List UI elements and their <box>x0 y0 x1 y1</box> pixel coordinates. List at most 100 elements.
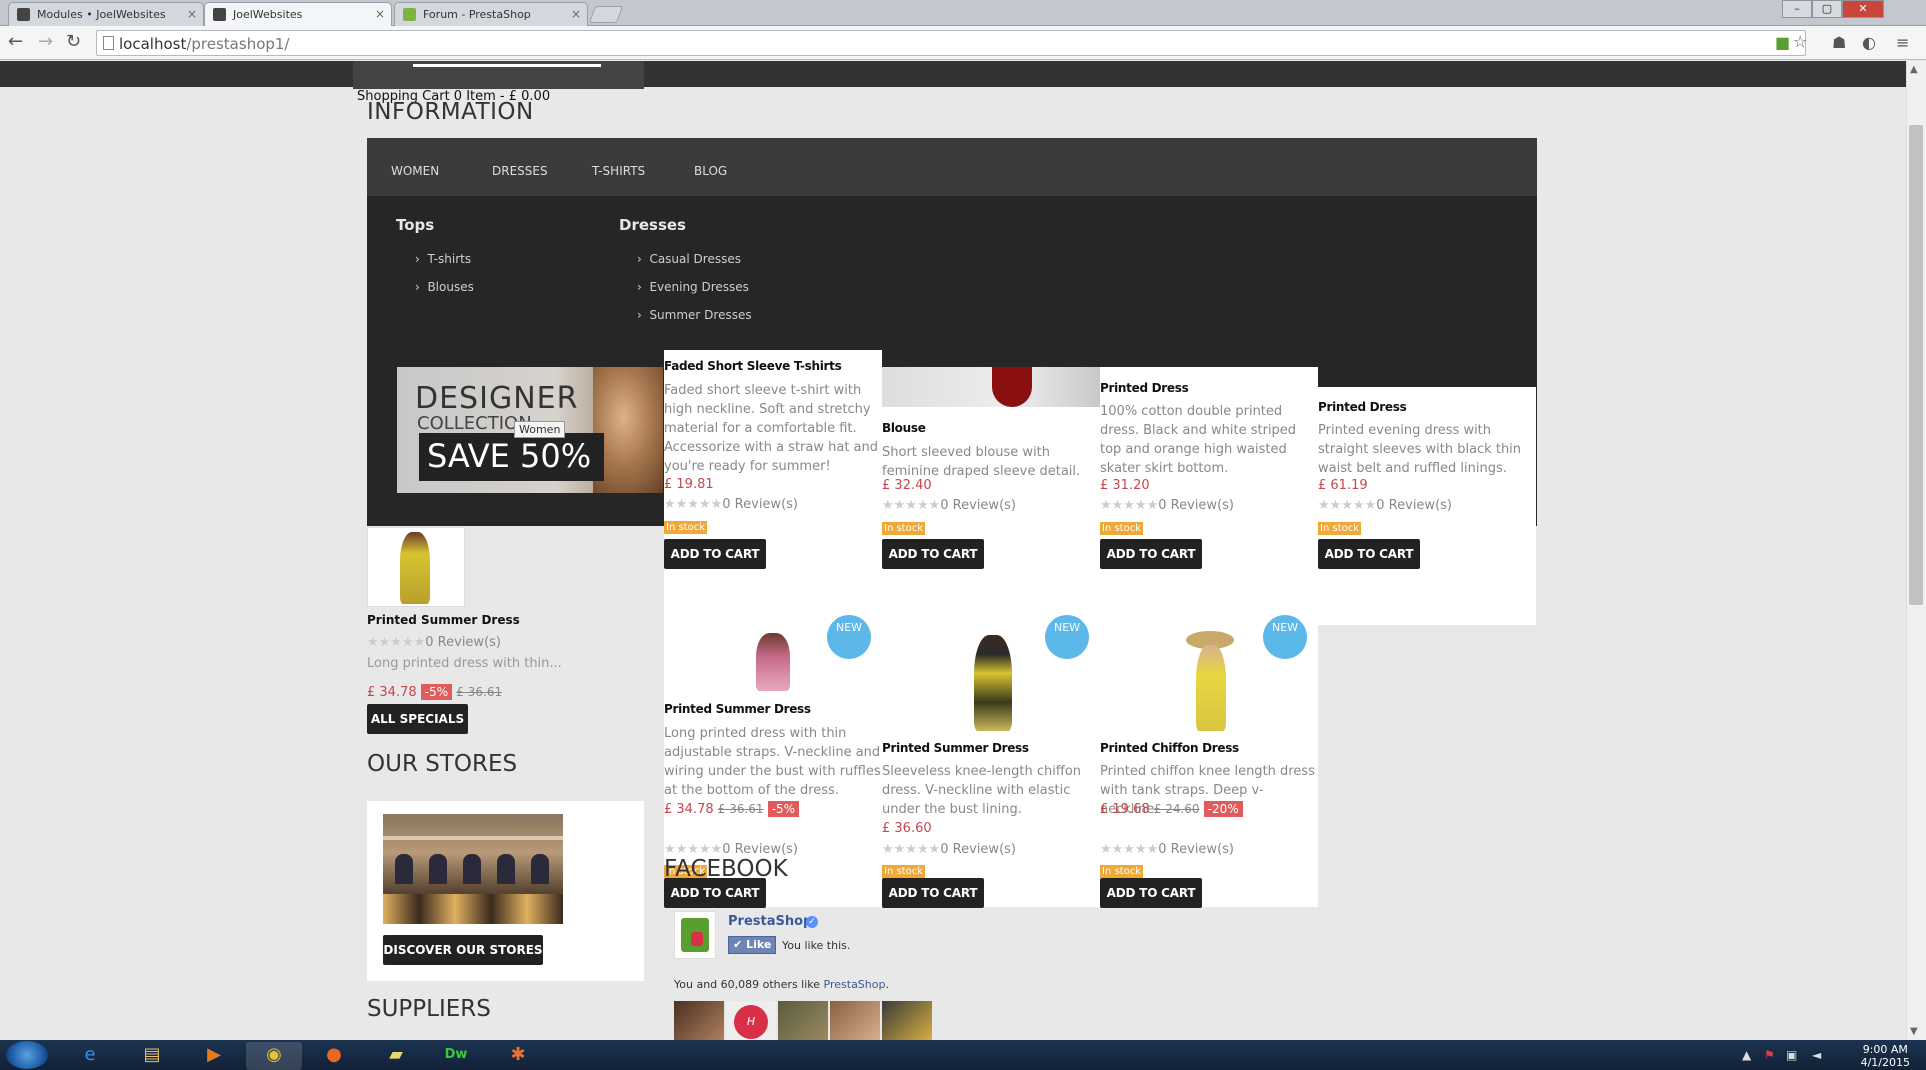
fan-avatar[interactable] <box>830 1001 880 1040</box>
minimize-button[interactable]: – <box>1782 0 1812 18</box>
model-image <box>974 635 1012 731</box>
windows-start-button[interactable] <box>6 1041 48 1069</box>
close-tab-icon[interactable]: × <box>187 7 197 21</box>
internet-explorer-icon[interactable]: e <box>62 1042 118 1070</box>
fan-avatar[interactable] <box>882 1001 932 1040</box>
forward-arrow-icon[interactable]: → <box>38 31 53 53</box>
add-to-cart-button[interactable]: ADD TO CART <box>1318 539 1420 569</box>
xampp-icon[interactable]: ✱ <box>490 1042 546 1070</box>
close-tab-icon[interactable]: × <box>571 7 581 21</box>
product-card-printed-dress-evening[interactable]: Printed Dress Printed evening dress with… <box>1318 387 1536 625</box>
sticky-notes-icon[interactable]: ▰ <box>368 1042 424 1070</box>
dropdown-link-tshirts[interactable]: › T-shirts <box>415 252 471 266</box>
product-name[interactable]: Printed Dress <box>1318 400 1407 414</box>
menu-item-blog[interactable]: BLOG <box>694 164 727 178</box>
special-product-name[interactable]: Printed Summer Dress <box>367 613 520 627</box>
product-name[interactable]: Printed Summer Dress <box>882 741 1029 755</box>
network-icon[interactable]: ▣ <box>1786 1048 1797 1062</box>
extension-icon[interactable]: ■ <box>1775 33 1790 52</box>
bookmark-star-icon[interactable]: ☆ <box>1793 32 1807 51</box>
product-price: £ 19.81 <box>664 477 714 492</box>
facebook-heading: FACEBOOK <box>664 856 788 882</box>
dropdown-heading-tops[interactable]: Tops <box>396 216 434 234</box>
dropdown-heading-dresses[interactable]: Dresses <box>619 216 686 234</box>
address-bar[interactable]: localhost/prestashop1/ ■ ☆ <box>96 30 1807 56</box>
review-count: 0 Review(s) <box>940 498 1016 513</box>
scrollbar-thumb[interactable] <box>1909 125 1923 605</box>
add-to-cart-button[interactable]: ADD TO CART <box>882 878 984 908</box>
reload-icon[interactable]: ↻ <box>66 31 81 53</box>
tab-joelwebsites[interactable]: JoelWebsites × <box>204 2 392 27</box>
product-image[interactable] <box>734 627 814 691</box>
product-card-printed-summer-dress-chiffon[interactable]: NEW Printed Summer Dress Sleeveless knee… <box>882 615 1100 908</box>
menu-icon[interactable]: ≡ <box>1896 33 1909 52</box>
add-to-cart-button[interactable]: ADD TO CART <box>1100 878 1202 908</box>
product-card-printed-chiffon-dress[interactable]: NEW Printed Chiffon Dress Printed chiffo… <box>1100 615 1318 908</box>
system-clock[interactable]: 9:00 AM 4/1/2015 <box>1861 1043 1910 1069</box>
model-image <box>400 532 430 604</box>
product-name[interactable]: Printed Chiffon Dress <box>1100 741 1239 755</box>
scroll-down-arrow-icon[interactable]: ▼ <box>1910 1026 1918 1037</box>
menu-item-dresses[interactable]: DRESSES <box>492 164 548 178</box>
product-name[interactable]: Faded Short Sleeve T-shirts <box>664 359 842 373</box>
maximize-button[interactable]: ▢ <box>1812 0 1842 18</box>
facebook-like-button[interactable]: ✔ Like <box>728 936 776 954</box>
dropdown-link-summer-dresses[interactable]: › Summer Dresses <box>637 308 752 322</box>
add-to-cart-button[interactable]: ADD TO CART <box>882 539 984 569</box>
product-card-faded-tshirt[interactable]: Faded Short Sleeve T-shirts Faded short … <box>664 350 882 625</box>
product-card-blouse[interactable]: Blouse Short sleeved blouse with feminin… <box>882 367 1100 625</box>
back-arrow-icon[interactable]: ← <box>8 31 23 53</box>
fan-avatar[interactable] <box>674 1001 724 1040</box>
cast-icon[interactable]: ◐ <box>1862 33 1876 52</box>
flag-icon[interactable]: ⚑ <box>1764 1048 1775 1062</box>
close-window-button[interactable]: ✕ <box>1842 0 1884 18</box>
likes-count-text: You and 60,089 others like PrestaShop. <box>674 978 889 991</box>
discount-badge: -5% <box>767 801 800 817</box>
dropdown-link-blouses[interactable]: › Blouses <box>415 280 474 294</box>
close-tab-icon[interactable]: × <box>375 7 385 21</box>
file-explorer-icon[interactable]: ▤ <box>124 1042 180 1070</box>
fan-avatar[interactable]: H <box>726 1001 776 1040</box>
product-name[interactable]: Printed Dress <box>1100 381 1189 395</box>
firefox-icon[interactable]: ● <box>306 1042 362 1070</box>
scroll-up-arrow-icon[interactable]: ▲ <box>1910 64 1918 75</box>
tab-modules[interactable]: Modules • JoelWebsites × <box>8 2 204 26</box>
dropdown-link-evening-dresses[interactable]: › Evening Dresses <box>637 280 749 294</box>
add-to-cart-button[interactable]: ADD TO CART <box>664 539 766 569</box>
like-label: Like <box>746 938 772 951</box>
product-card-printed-dress[interactable]: Printed Dress 100% cotton double printed… <box>1100 367 1318 625</box>
product-name[interactable]: Blouse <box>882 421 926 435</box>
dropdown-link-casual-dresses[interactable]: › Casual Dresses <box>637 252 741 266</box>
all-specials-button[interactable]: ALL SPECIALS <box>367 704 468 734</box>
profile-icon[interactable]: ☗ <box>1832 33 1846 52</box>
discover-our-stores-button[interactable]: DISCOVER OUR STORES <box>383 935 543 965</box>
special-product-image[interactable] <box>367 527 465 607</box>
store-building-image[interactable] <box>383 814 563 924</box>
add-to-cart-button[interactable]: ADD TO CART <box>1100 539 1202 569</box>
likes-page-link[interactable]: PrestaShop <box>824 978 886 991</box>
media-player-icon[interactable]: ▶ <box>186 1042 242 1070</box>
tab-forum[interactable]: Forum - PrestaShop × <box>394 2 588 26</box>
stock-badge: In stock <box>664 521 708 534</box>
discount-badge: -5% <box>420 684 453 700</box>
search-input[interactable] <box>413 64 601 67</box>
dropdown-link-label: Blouses <box>427 280 474 294</box>
fan-avatar[interactable] <box>778 1001 828 1040</box>
dreamweaver-icon[interactable]: Dw <box>428 1042 484 1070</box>
menu-item-tshirts[interactable]: T-SHIRTS <box>592 164 645 178</box>
volume-icon[interactable]: ◄ <box>1812 1048 1821 1062</box>
menu-item-women[interactable]: WOMEN <box>391 164 439 178</box>
product-name[interactable]: Printed Summer Dress <box>664 702 811 716</box>
product-description: Sleeveless knee-length chiffon dress. V-… <box>882 764 1082 817</box>
facebook-page-name[interactable]: PrestaShop <box>728 914 812 929</box>
product-price-row: £ 19.68 £ 24.60 -20% <box>1100 801 1243 817</box>
product-image[interactable] <box>942 627 1042 733</box>
review-count: 0 Review(s) <box>425 635 501 650</box>
product-image[interactable] <box>1160 627 1260 733</box>
product-image[interactable] <box>882 367 1100 407</box>
show-hidden-icons-icon[interactable]: ▲ <box>1742 1048 1751 1062</box>
chrome-icon[interactable]: ◉ <box>246 1042 302 1070</box>
new-tab-button[interactable] <box>588 6 624 23</box>
add-to-cart-button[interactable]: ADD TO CART <box>664 878 766 908</box>
stock-badge: In stock <box>882 522 926 535</box>
